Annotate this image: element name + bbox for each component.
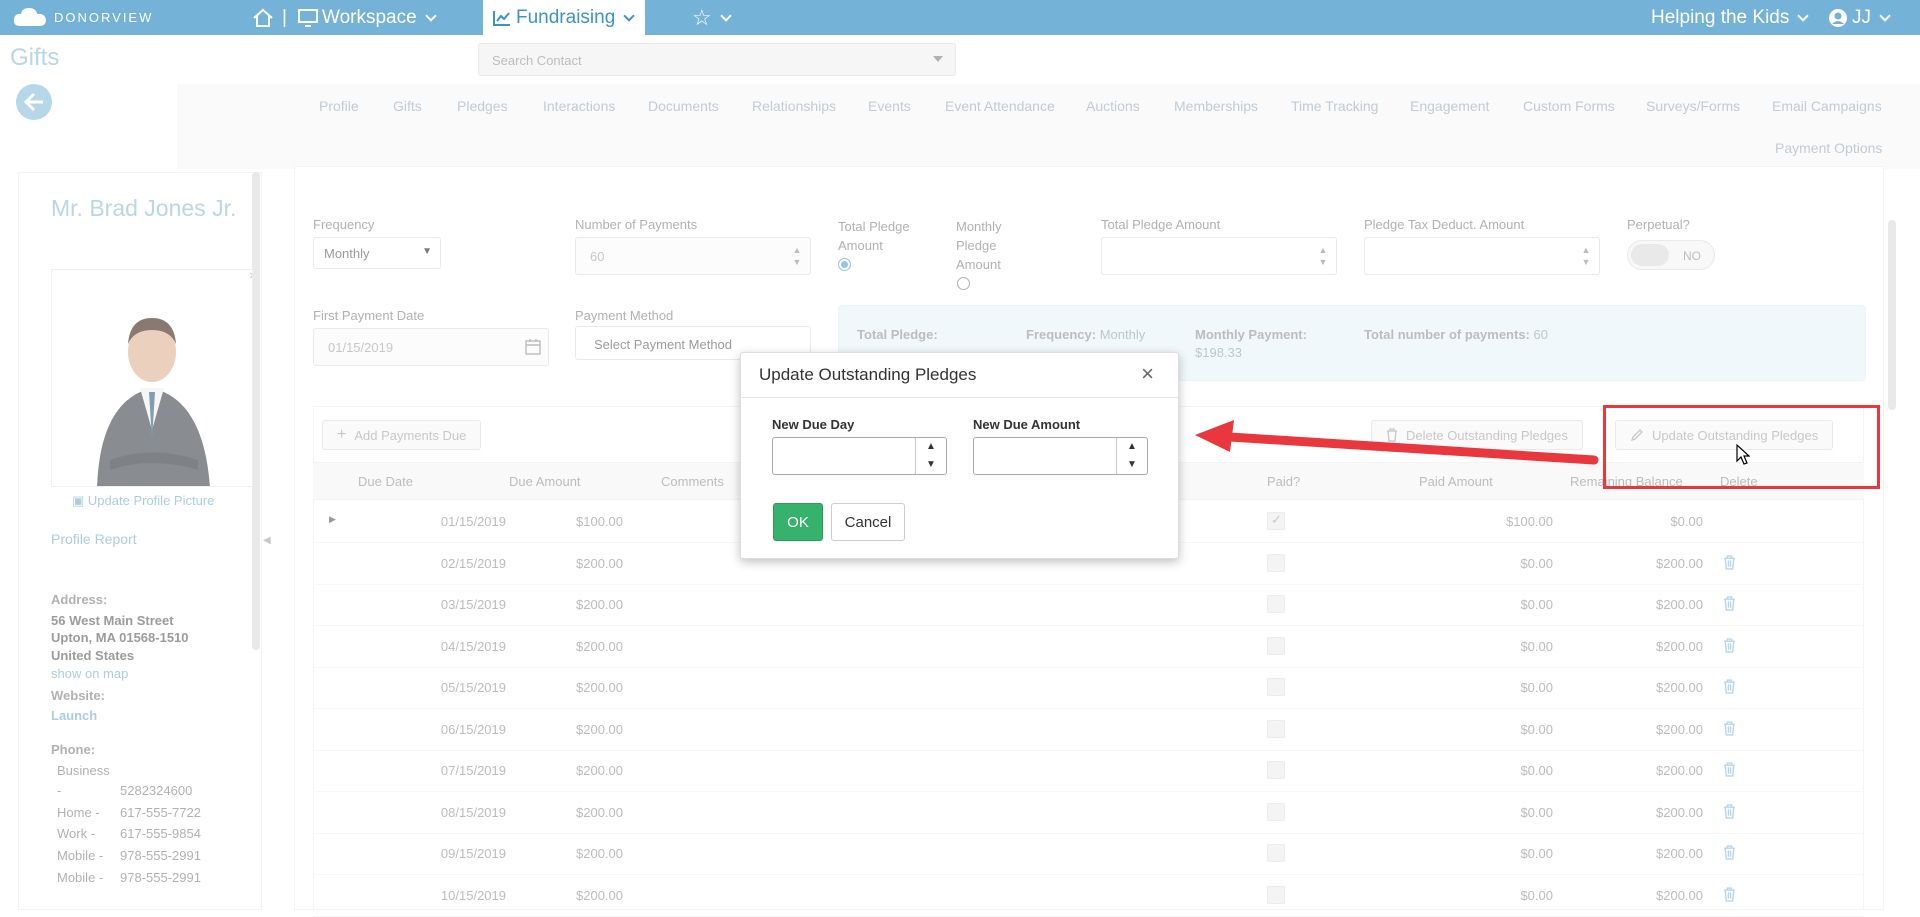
donorview-logo[interactable]: DONORVIEW <box>12 6 153 28</box>
update-outstanding-pledges-dialog: Update Outstanding Pledges × New Due Day… <box>740 352 1179 559</box>
logo-text: DONORVIEW <box>54 9 154 25</box>
cancel-button[interactable]: Cancel <box>831 503 905 541</box>
chevron-down-icon <box>1797 9 1810 22</box>
workspace-label: Workspace <box>322 6 417 28</box>
new-due-amount-input[interactable]: ▲ ▼ <box>973 437 1148 475</box>
new-due-day-label: New Due Day <box>772 417 855 432</box>
home-button[interactable]: | <box>252 0 295 35</box>
organization-label: Helping the Kids <box>1651 6 1790 28</box>
top-navigation-bar: DONORVIEW | Workspace Fundraising ☆ Help… <box>0 0 1920 35</box>
user-menu[interactable]: JJ <box>1828 0 1897 35</box>
chevron-down-icon <box>425 9 437 22</box>
new-due-amount-label: New Due Amount <box>973 417 1081 432</box>
star-icon: ☆ <box>692 4 712 30</box>
home-icon <box>253 8 273 27</box>
chevron-down-icon <box>623 9 635 22</box>
number-stepper[interactable]: ▲ ▼ <box>915 438 946 474</box>
fundraising-menu[interactable]: Fundraising <box>483 0 645 35</box>
workspace-menu[interactable]: Workspace <box>298 0 443 35</box>
separator: | <box>282 6 287 28</box>
dialog-title: Update Outstanding Pledges <box>759 365 977 384</box>
number-stepper[interactable]: ▲ ▼ <box>1116 438 1147 474</box>
favorites-menu[interactable]: ☆ <box>692 0 738 35</box>
annotation-arrow <box>1195 420 1599 465</box>
organization-menu[interactable]: Helping the Kids <box>1651 0 1815 35</box>
user-initials: JJ <box>1852 6 1871 28</box>
new-due-day-input[interactable]: ▲ ▼ <box>772 437 947 475</box>
monitor-icon <box>298 8 318 27</box>
chart-icon <box>493 10 510 26</box>
user-circle-icon <box>1829 8 1847 27</box>
ok-button[interactable]: OK <box>773 503 823 541</box>
chevron-down-icon <box>1879 9 1891 22</box>
close-icon[interactable]: × <box>1141 361 1154 387</box>
fundraising-label: Fundraising <box>516 6 616 28</box>
chevron-down-icon <box>720 9 732 22</box>
cloud-logo-icon <box>13 8 46 26</box>
mouse-cursor-icon <box>1736 444 1750 465</box>
dialog-divider <box>741 397 1178 398</box>
